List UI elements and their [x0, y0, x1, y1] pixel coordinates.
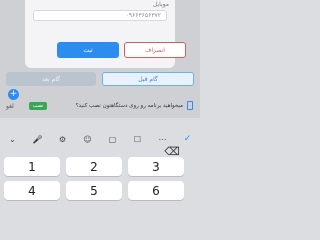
- key-6[interactable]: 6: [128, 181, 184, 200]
- collapse-keyboard-icon[interactable]: ⌄: [0, 135, 25, 144]
- phone-input[interactable]: ۰۹۶۶۳۶۵۶۳۷۲: [33, 10, 167, 21]
- phone-input-value: ۰۹۶۶۳۶۵۶۳۷۲: [125, 12, 161, 19]
- more-icon[interactable]: ⋯: [150, 135, 175, 144]
- settings-icon[interactable]: ⚙: [50, 135, 75, 144]
- sticker-icon[interactable]: ▢: [100, 135, 125, 144]
- key-5[interactable]: 5: [66, 181, 122, 200]
- install-banner: لغو نصب میخواهید برنامه رو روی دستگاهتون…: [6, 99, 194, 113]
- install-button[interactable]: نصب: [29, 102, 47, 110]
- next-step-button[interactable]: گام بعد: [6, 72, 96, 86]
- phone-icon: [187, 101, 193, 110]
- backspace-key[interactable]: ⌫: [150, 144, 194, 158]
- previous-step-button[interactable]: گام قبل: [102, 72, 194, 86]
- key-3[interactable]: 3: [128, 157, 184, 176]
- microphone-icon[interactable]: 🎤: [25, 135, 50, 144]
- emoji-icon[interactable]: ☺: [75, 135, 100, 144]
- key-2[interactable]: 2: [66, 157, 122, 176]
- numeric-keypad: 1 2 3 ⌫ 4 5 6: [0, 145, 200, 200]
- cancel-button[interactable]: انصراف: [124, 42, 186, 58]
- key-4[interactable]: 4: [4, 181, 60, 200]
- submit-button[interactable]: ثبت: [57, 42, 119, 58]
- install-cancel-button[interactable]: لغو: [6, 103, 14, 110]
- clipboard-icon[interactable]: ☐: [125, 135, 150, 144]
- install-prompt-text: میخواهید برنامه رو روی دستگاهتون نصب کنی…: [75, 103, 183, 109]
- key-1[interactable]: 1: [4, 157, 60, 176]
- done-icon[interactable]: ✓: [175, 134, 200, 144]
- phone-dialog: موبایل ۰۹۶۶۳۶۵۶۳۷۲ انصراف ثبت: [25, 0, 186, 68]
- phone-field-label: موبایل: [152, 1, 169, 8]
- step-navigation: گام بعد گام قبل: [6, 72, 194, 86]
